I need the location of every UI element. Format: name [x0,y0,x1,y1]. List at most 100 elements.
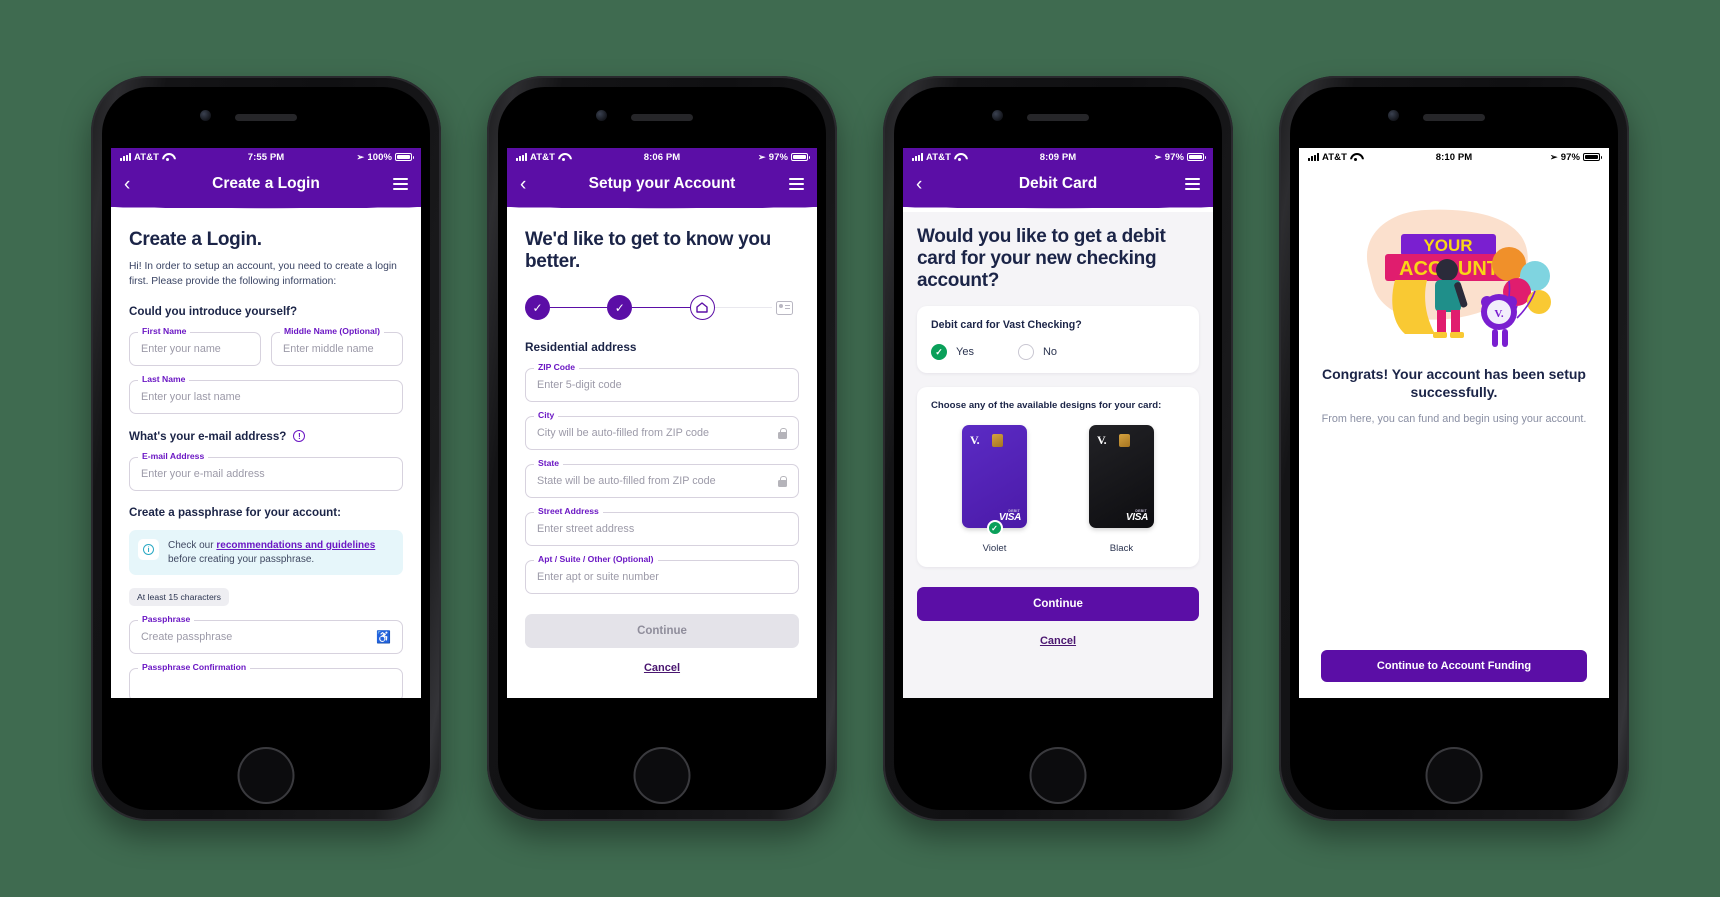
guidelines-link[interactable]: recommendations and guidelines [216,540,375,551]
email-field[interactable]: E-mail Address Enter your e-mail address [129,450,403,491]
debit-card-black[interactable]: V. DEBIT VISA [1089,425,1154,529]
passphrase-confirm-field[interactable]: Passphrase Confirmation [129,662,403,698]
content-success: YOUR ACCOUNT [1299,184,1609,698]
apt-suite-field[interactable]: Apt / Suite / Other (Optional) Enter apt… [525,554,799,595]
status-bar: AT&T 8:10 PM ➢ 97% [1299,148,1609,166]
earpiece-speaker [631,114,693,121]
step-4[interactable] [771,295,797,321]
home-button[interactable] [1029,747,1087,804]
continue-to-account-funding-button[interactable]: Continue to Account Funding [1321,650,1587,682]
carrier-label: AT&T [926,151,952,163]
first-name-label: First Name [138,325,191,336]
earpiece-speaker [235,114,297,121]
nav-bar: ‹ Setup your Account [507,166,817,202]
svg-text:YOUR: YOUR [1423,236,1472,255]
back-icon[interactable]: ‹ [916,175,922,194]
banner-before: Check our [168,539,217,551]
status-bar: AT&T 8:06 PM ➢ 97% [507,148,817,166]
step-2[interactable]: ✓ [607,295,633,321]
step-1[interactable]: ✓ [525,295,550,321]
section-email-label: What's your e-mail address? [129,429,287,443]
section-residential-address: Residential address [525,340,637,355]
step-connector-2 [632,306,690,309]
clock: 8:06 PM [643,151,681,163]
info-icon[interactable]: ! [293,430,306,443]
status-bar: AT&T 7:55 PM ➢ 100% [111,148,421,166]
guidelines-text: Check our recommendations and guidelines… [168,539,392,567]
section-passphrase: Create a passphrase for your account: [129,505,341,519]
card-chip-icon [992,434,1003,448]
hamburger-menu-icon[interactable] [393,178,408,190]
first-name-field[interactable]: First Name Enter your name [129,325,261,366]
carrier-label: AT&T [1322,151,1348,163]
home-button[interactable] [237,747,295,804]
progress-stepper: ✓ ✓ [525,295,799,321]
cancel-link[interactable]: Cancel [525,662,799,674]
step-connector-3 [714,306,772,309]
radio-no[interactable]: No [1017,344,1057,361]
passphrase-placeholder: Create passphrase [141,631,233,644]
battery-percent: 97% [1560,151,1581,163]
back-icon[interactable]: ‹ [520,175,526,194]
screen-intro: Hi! In order to setup an account, you ne… [129,261,397,287]
cancel-link[interactable]: Cancel [917,635,1199,647]
debit-card-question-panel: Debit card for Vast Checking? ✓ Yes No [917,306,1199,374]
back-icon[interactable]: ‹ [124,175,130,194]
middle-name-label: Middle Name (Optional) [280,325,384,336]
radio-yes[interactable]: ✓ Yes [931,344,974,361]
visa-logo: VISA [1125,512,1148,524]
continue-button[interactable]: Continue [917,587,1199,622]
name-row: First Name Enter your name Middle Name (… [129,318,403,366]
front-camera-icon [200,110,211,121]
battery-percent: 100% [367,151,393,163]
lock-icon [778,427,788,439]
battery-icon [1187,152,1207,162]
wifi-icon [162,153,172,161]
last-name-field[interactable]: Last Name Enter your last name [129,373,403,414]
battery-percent: 97% [768,151,789,163]
celebration-illustration: YOUR ACCOUNT [1339,184,1569,359]
card-option-black[interactable]: V. DEBIT VISA Black [1089,425,1154,554]
state-placeholder: State will be auto-filled from ZIP code [537,475,716,488]
zip-code-placeholder: Enter 5-digit code [537,379,622,392]
content-debit-card: Would you like to get a debit card for y… [903,212,1213,698]
passphrase-field[interactable]: Passphrase Create passphrase ♿ [129,614,403,655]
signal-bars-icon [516,153,527,161]
svg-text:V.: V. [1494,308,1504,320]
section-introduce-yourself: Could you introduce yourself? [129,304,298,318]
card-selected-check-icon: ✓ [986,520,1003,537]
carrier-label: AT&T [134,151,160,163]
home-button[interactable] [633,747,691,804]
brush-edge [903,202,1213,212]
continue-button[interactable]: Continue [525,614,799,649]
id-card-icon [775,300,793,315]
clock: 7:55 PM [247,151,285,163]
earpiece-speaker [1423,114,1485,121]
hamburger-menu-icon[interactable] [1185,178,1200,190]
card-option-violet[interactable]: V. DEBIT VISA ✓ Violet [962,425,1027,554]
eye-off-icon[interactable]: ♿ [376,631,391,643]
wifi-icon [558,153,568,161]
location-arrow-icon: ➢ [758,151,766,162]
middle-name-field[interactable]: Middle Name (Optional) Enter middle name [271,325,403,366]
carrier-label: AT&T [530,151,556,163]
card-name-black: Black [1109,543,1134,555]
debit-card-violet[interactable]: V. DEBIT VISA ✓ [962,425,1027,537]
visa-logo: VISA [998,512,1021,524]
zip-code-field[interactable]: ZIP Code Enter 5-digit code [525,362,799,403]
screen-setup-account: AT&T 8:06 PM ➢ 97% ‹ Setup your Account … [507,148,817,698]
street-address-field[interactable]: Street Address Enter street address [525,506,799,547]
hamburger-menu-icon[interactable] [789,178,804,190]
card-logo: V. [970,433,980,448]
home-button[interactable] [1425,747,1483,804]
state-label: State [534,458,564,469]
page-title: Setup your Account [588,175,736,192]
brush-edge [507,202,817,212]
street-address-placeholder: Enter street address [537,523,635,536]
lock-icon [778,475,788,487]
page-title: Debit Card [1018,175,1098,192]
step-3[interactable] [689,295,715,321]
battery-percent: 97% [1164,151,1185,163]
wifi-icon [954,153,964,161]
home-icon [696,302,708,313]
